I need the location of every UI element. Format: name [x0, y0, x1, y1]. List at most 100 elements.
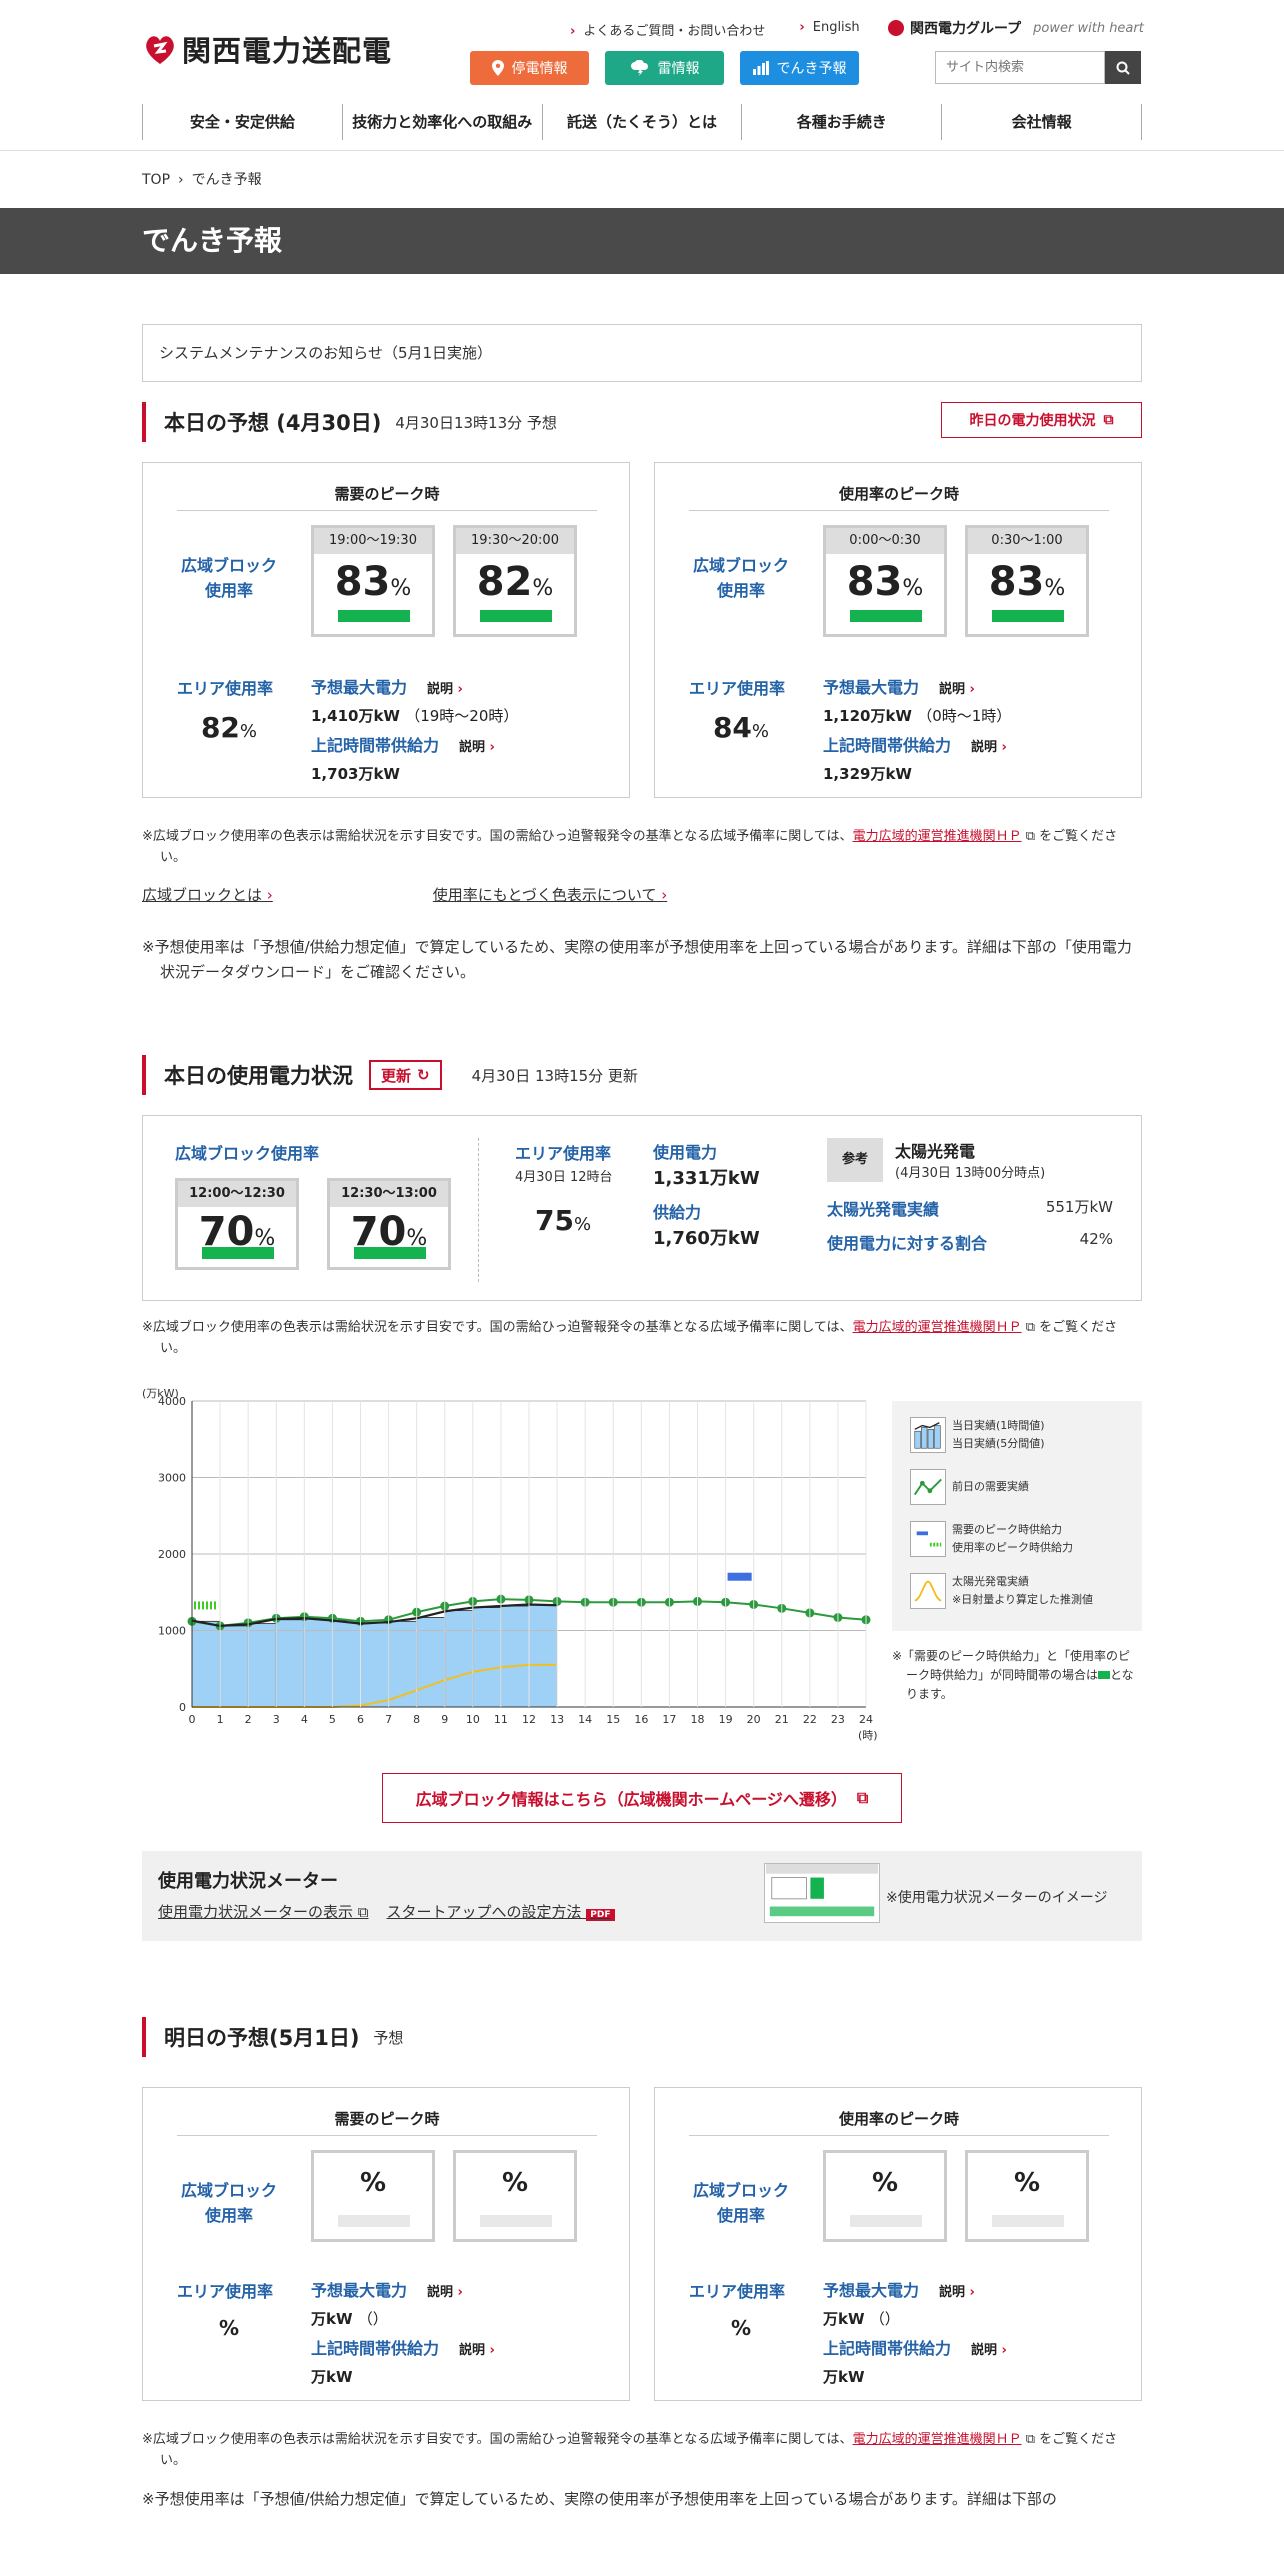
maintenance-notice[interactable]: システムメンテナンスのお知らせ（5月1日実施）	[142, 324, 1142, 382]
block-usage-label: 広域ブロック 使用率	[180, 556, 277, 600]
x-tick-label: 9	[441, 1713, 448, 1726]
legend-item-yesterday: 前日の需要実績	[910, 1469, 1029, 1505]
external-link-icon: ⧉	[1103, 412, 1114, 428]
english-link[interactable]: English	[799, 20, 860, 39]
divider	[478, 1138, 479, 1282]
area-usage-label: エリア使用率	[177, 2282, 274, 2301]
legend-solar-icon	[910, 1573, 946, 1609]
usage-color-bar	[480, 2215, 552, 2227]
explain-link[interactable]: 説明	[427, 682, 463, 697]
card-title: 使用率のピーク時	[689, 2108, 1109, 2136]
search-icon	[1116, 61, 1130, 75]
startup-setting-link[interactable]: スタートアップへの設定方法 PDF	[387, 1901, 615, 1922]
area-usage-value: 75%	[535, 1204, 592, 1237]
green-swatch-icon	[1098, 1671, 1111, 1679]
quick-buttons: 停電情報 雷情報 でんき予報	[470, 51, 859, 85]
outage-info-button[interactable]: 停電情報	[470, 51, 589, 85]
search-button[interactable]	[1105, 51, 1141, 84]
x-tick-label: 17	[662, 1713, 676, 1726]
usage-color-bar	[338, 2215, 410, 2227]
x-tick-label: 5	[329, 1713, 336, 1726]
legend-bar-icon	[910, 1417, 946, 1453]
x-tick-label: 1	[217, 1713, 224, 1726]
y-tick-label: 2000	[158, 1548, 186, 1561]
usage-supply-values: 使用電力 1,331万kW 供給力 1,760万kW	[653, 1143, 760, 1249]
usage-slot: 0:00〜0:30 83%	[823, 525, 947, 637]
x-tick-label: 4	[301, 1713, 308, 1726]
occto-link[interactable]: 電力広域的運営推進機関ＨＰ	[853, 2432, 1022, 2447]
legend-item-supply: 需要のピーク時供給力 使用率のピーク時供給力	[910, 1521, 1073, 1557]
wide-block-link[interactable]: 広域ブロックとは	[142, 884, 273, 905]
site-header: 関西電力送配電 よくあるご質問・お問い合わせ English 関西電力グループ …	[0, 0, 1284, 150]
forecast-card-demand-peak: 需要のピーク時 広域ブロック 使用率 % % エリア使用率 % 予想最大電力 説明 …	[142, 2087, 630, 2401]
usage-slot: 19:00〜19:30 83%	[311, 525, 435, 637]
y-tick-label: 0	[179, 1701, 186, 1714]
faq-link[interactable]: よくあるご質問・お問い合わせ	[570, 20, 765, 39]
x-tick-label: 12	[522, 1713, 536, 1726]
explain-link[interactable]: 説明	[971, 740, 1007, 755]
explain-link[interactable]: 説明	[971, 2343, 1007, 2358]
x-tick-label: 7	[385, 1713, 392, 1726]
x-tick-label: 23	[831, 1713, 845, 1726]
x-tick-label: 6	[357, 1713, 364, 1726]
explain-link[interactable]: 説明	[459, 2343, 495, 2358]
group-logo[interactable]: 関西電力グループ power with heart	[888, 18, 1144, 38]
nav-item-safety[interactable]: 安全・安定供給	[143, 104, 343, 140]
legend-supply-icon	[910, 1521, 946, 1557]
explain-link[interactable]: 説明	[427, 2285, 463, 2300]
breadcrumb-home[interactable]: TOP	[142, 172, 170, 188]
meter-display-link[interactable]: 使用電力状況メーターの表示 ⧉	[158, 1901, 369, 1922]
breadcrumb: TOP › でんき予報	[0, 150, 1284, 208]
explain-link[interactable]: 説明	[459, 740, 495, 755]
usage-color-bar	[338, 610, 410, 622]
bar-hourly-actual	[360, 1622, 389, 1708]
site-logo[interactable]: 関西電力送配電	[142, 28, 392, 70]
x-tick-label: 0	[189, 1713, 196, 1726]
area-usage-label: エリア使用率	[515, 1144, 612, 1163]
area-usage-value: %	[730, 2316, 752, 2340]
nav-item-company[interactable]: 会社情報	[942, 104, 1142, 140]
bar-hourly-actual	[500, 1605, 530, 1708]
explain-link[interactable]: 説明	[939, 2285, 975, 2300]
occto-link[interactable]: 電力広域的運営推進機関ＨＰ	[853, 1320, 1022, 1335]
color-note: ※広域ブロック使用率の色表示は需給状況を示す目安です。国の需給ひっ迫警報発令の基…	[142, 2432, 1118, 2468]
legend-item-today: 当日実績(1時間値) 当日実績(5分間値)	[910, 1417, 1045, 1453]
explain-link[interactable]: 説明	[939, 682, 975, 697]
today-forecast-title: 本日の予想 (4月30日)	[164, 411, 382, 435]
x-tick-label: 21	[775, 1713, 789, 1726]
bar-hourly-actual	[528, 1604, 558, 1708]
usage-color-bar	[992, 2215, 1064, 2227]
color-note: ※広域ブロック使用率の色表示は需給状況を示す目安です。国の需給ひっ迫警報発令の基…	[142, 1320, 1118, 1356]
wide-area-info-button[interactable]: 広域ブロック情報はこちら（広域機関ホームページへ遷移） ⧉	[382, 1773, 902, 1823]
nav-item-technology[interactable]: 技術力と効率化への取組み	[343, 104, 543, 140]
forecast-note: ※予想使用率は「予想値/供給力想定値」で算定しているため、実際の使用率が予想使用…	[142, 938, 1132, 981]
site-name: 関西電力送配電	[182, 34, 393, 68]
tomorrow-forecast-title: 明日の予想(5月1日)	[164, 2026, 360, 2050]
today-usage-title: 本日の使用電力状況	[164, 1064, 353, 1088]
search-input[interactable]	[935, 51, 1105, 84]
yesterday-usage-button[interactable]: 昨日の電力使用状況 ⧉	[941, 402, 1142, 438]
usage-color-bar	[354, 1247, 426, 1259]
block-usage-label: 広域ブロック 使用率	[180, 2181, 277, 2225]
reference-tag: 参考	[827, 1138, 883, 1182]
lightning-info-button[interactable]: 雷情報	[605, 51, 724, 85]
area-usage-label: エリア使用率	[689, 2282, 786, 2301]
denki-yoho-button[interactable]: でんき予報	[740, 51, 859, 85]
bar-hourly-actual	[472, 1607, 502, 1708]
x-tick-label: 24	[859, 1713, 873, 1726]
occto-link[interactable]: 電力広域的運営推進機関ＨＰ	[853, 829, 1022, 844]
today-forecast-cards: 需要のピーク時 広域ブロック 使用率 19:00〜19:30 83% 19:30〜…	[142, 462, 1142, 798]
y-axis-label: (万kW)	[142, 1387, 179, 1400]
color-display-link[interactable]: 使用率にもとづく色表示について	[433, 884, 667, 905]
refresh-button[interactable]: 更新 ↻	[369, 1060, 442, 1090]
nav-item-procedures[interactable]: 各種お手続き	[742, 104, 943, 140]
tomorrow-forecast-sub: 予想	[373, 2028, 404, 2047]
x-tick-label: 2	[245, 1713, 252, 1726]
forecast-card-usage-peak: 使用率のピーク時 広域ブロック 使用率 0:00〜0:30 83% 0:30〜1:…	[654, 462, 1142, 798]
nav-item-takuso[interactable]: 託送（たくそう）とは	[543, 104, 743, 140]
x-tick-label: 18	[691, 1713, 705, 1726]
bar-hourly-actual	[303, 1617, 333, 1708]
breadcrumb-current: でんき予報	[191, 172, 262, 188]
site-search	[935, 51, 1141, 84]
updated-time: 4月30日 13時15分 更新	[471, 1066, 638, 1085]
